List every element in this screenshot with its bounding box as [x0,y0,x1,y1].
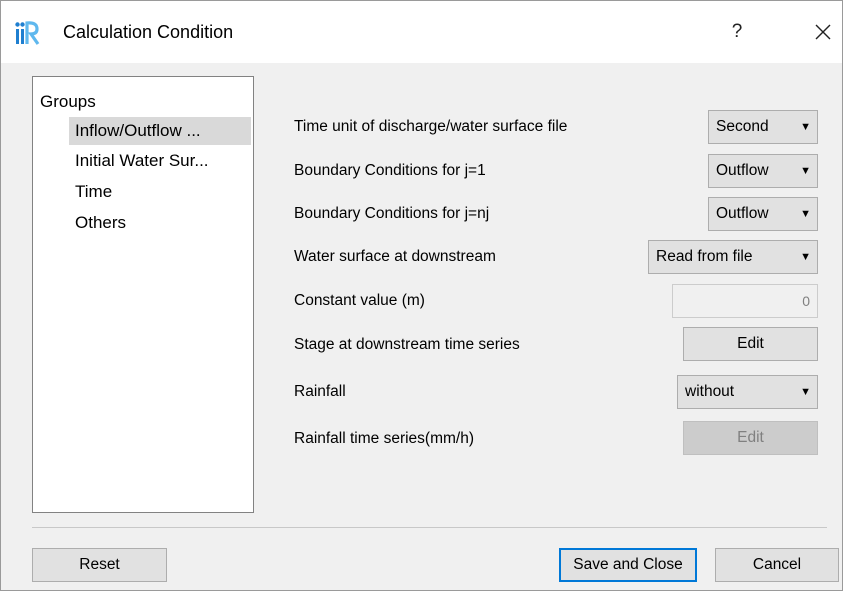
bc-j1-value: Outflow [716,162,769,179]
rainfall-series-edit-button[interactable]: Edit [683,421,818,455]
calculation-condition-dialog: Calculation Condition ? Groups Inflow/Ou… [0,0,843,591]
save-and-close-button[interactable]: Save and Close [559,548,697,582]
groups-header: Groups [40,92,96,111]
footer-separator [32,527,827,528]
reset-button[interactable]: Reset [32,548,167,582]
ws-downstream-select[interactable]: Read from file ▼ [648,240,818,274]
bc-jnj-select[interactable]: Outflow ▼ [708,197,818,231]
chevron-down-icon: ▼ [800,208,811,220]
rainfall-series-label: Rainfall time series(mm/h) [294,430,475,447]
stage-series-edit-button[interactable]: Edit [683,327,818,361]
rainfall-value: without [685,383,735,400]
group-item-inflow-outflow[interactable]: Inflow/Outflow ... [69,117,251,145]
ws-downstream-label: Water surface at downstream [294,248,496,265]
cancel-button[interactable]: Cancel [715,548,839,582]
chevron-down-icon: ▼ [800,251,811,263]
constant-value-label: Constant value (m) [294,292,425,309]
title-bar: Calculation Condition ? [1,1,842,63]
groups-tree: Groups Inflow/Outflow ... Initial Water … [32,76,254,513]
window-title: Calculation Condition [63,22,234,42]
chevron-down-icon: ▼ [800,386,811,398]
constant-value-input[interactable]: 0 [672,284,818,318]
bc-j1-select[interactable]: Outflow ▼ [708,154,818,188]
chevron-down-icon: ▼ [800,165,811,177]
time-unit-select[interactable]: Second ▼ [708,110,818,144]
bc-jnj-label: Boundary Conditions for j=nj [294,205,490,222]
rainfall-select[interactable]: without ▼ [677,375,818,409]
close-icon [815,24,831,40]
time-unit-value: Second [716,118,769,135]
ws-downstream-value: Read from file [656,248,753,265]
close-button[interactable] [803,15,843,49]
time-unit-label: Time unit of discharge/water surface fil… [294,118,568,135]
help-button[interactable]: ? [717,15,757,49]
bc-j1-label: Boundary Conditions for j=1 [294,162,486,179]
chevron-down-icon: ▼ [800,121,811,133]
group-item-time[interactable]: Time [69,178,251,206]
stage-series-label: Stage at downstream time series [294,336,520,353]
group-item-others[interactable]: Others [69,209,251,237]
iric-logo-icon [15,21,40,45]
bc-jnj-value: Outflow [716,205,769,222]
group-item-initial-water-surface[interactable]: Initial Water Sur... [69,147,251,175]
rainfall-label: Rainfall [294,383,346,400]
